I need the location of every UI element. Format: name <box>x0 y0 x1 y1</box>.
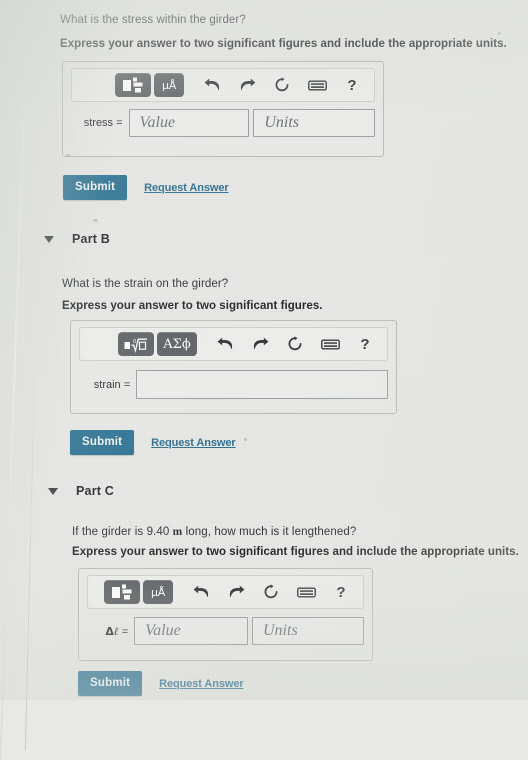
part-a-value-input[interactable]: Value <box>128 109 250 137</box>
chevron-down-icon[interactable] <box>44 235 54 243</box>
template-boxes-icon <box>112 584 132 600</box>
part-a-units-input[interactable]: Units <box>253 109 375 137</box>
undo-icon[interactable] <box>188 580 214 604</box>
part-a-units-placeholder: Units <box>264 114 299 131</box>
part-a-value-placeholder: Value <box>139 114 176 131</box>
delta-symbol: Δ <box>105 624 114 638</box>
part-c-units-input[interactable]: Units <box>252 617 365 645</box>
part-c-request-answer-link[interactable]: Request Answer <box>159 678 243 690</box>
help-icon[interactable]: ? <box>339 73 365 97</box>
dust-speck <box>498 32 501 35</box>
dust-speck <box>93 219 98 222</box>
keyboard-icon[interactable] <box>304 73 330 97</box>
help-icon[interactable]: ? <box>328 580 354 604</box>
part-c-submit-row: Submit Request Answer <box>78 671 244 696</box>
part-c-units-placeholder: Units <box>263 622 298 639</box>
part-b-submit-button[interactable]: Submit <box>70 430 135 455</box>
units-button[interactable]: μÅ <box>143 580 173 604</box>
math-template-button[interactable] <box>104 580 140 604</box>
dust-speck <box>66 154 70 157</box>
part-b-field-row: strain = <box>79 370 388 399</box>
part-b-answer-box: 0 ΑΣϕ ? strain = <box>70 320 397 414</box>
part-b-header[interactable]: Part B <box>38 232 110 246</box>
part-a-answer-box: μÅ ? stress = Value Units <box>62 61 384 157</box>
undo-icon[interactable] <box>212 332 238 356</box>
help-icon[interactable]: ? <box>352 332 378 356</box>
math-template-button[interactable] <box>115 73 151 97</box>
photo-glare-streak-secondary <box>24 330 37 750</box>
part-a-field-label: stress = <box>83 117 123 129</box>
part-c-value-input[interactable]: Value <box>134 617 248 645</box>
units-button-label: μÅ <box>150 585 166 599</box>
part-a-field-row: stress = Value Units <box>71 109 375 137</box>
keyboard-icon[interactable] <box>293 580 319 604</box>
math-template-button[interactable]: 0 <box>118 332 154 356</box>
part-c-answer-box: μÅ ? Δℓ = Value Units <box>78 568 373 661</box>
redo-icon[interactable] <box>223 580 249 604</box>
part-a-instruction: Express your answer to two significant f… <box>60 38 507 50</box>
part-b-instruction: Express your answer to two significant f… <box>62 300 323 312</box>
part-c-value-placeholder: Value <box>145 622 181 639</box>
part-a-question: What is the stress within the girder? <box>60 14 246 26</box>
greek-letters-button[interactable]: ΑΣϕ <box>157 332 197 356</box>
photo-glare-streak <box>0 0 31 760</box>
template-sqrt-icon: 0 <box>124 338 147 353</box>
redo-icon[interactable] <box>247 332 273 356</box>
redo-icon[interactable] <box>234 73 260 97</box>
units-button[interactable]: μÅ <box>154 73 184 97</box>
dust-speck <box>244 438 247 441</box>
part-b-field-label: strain = <box>93 378 131 391</box>
part-c-question-prefix: If the girder is 9.40 <box>72 526 170 538</box>
undo-icon[interactable] <box>199 73 225 97</box>
chevron-down-icon[interactable] <box>48 487 58 495</box>
part-c-toolbar: μÅ ? <box>87 575 364 609</box>
svg-text:0: 0 <box>133 339 136 345</box>
greek-letters-label: ΑΣϕ <box>163 336 191 352</box>
keyboard-icon[interactable] <box>317 332 343 356</box>
reset-icon[interactable] <box>282 332 308 356</box>
part-b-toolbar: 0 ΑΣϕ ? <box>79 327 388 361</box>
part-a-request-answer-link[interactable]: Request Answer <box>144 182 228 194</box>
part-c-submit-button[interactable]: Submit <box>78 671 143 696</box>
part-b-value-input[interactable] <box>136 370 388 399</box>
part-c-question: If the girder is 9.40 m long, how much i… <box>72 526 356 538</box>
part-c-question-suffix: long, how much is it lengthened? <box>185 526 357 538</box>
part-b-question: What is the strain on the girder? <box>62 278 229 290</box>
part-a-submit-row: Submit Request Answer <box>63 175 229 200</box>
part-b-request-answer-link[interactable]: Request Answer <box>151 437 235 449</box>
part-c-question-unit: m <box>172 526 183 538</box>
units-button-label: μÅ <box>161 78 177 92</box>
part-a-submit-button[interactable]: Submit <box>63 175 128 200</box>
equals-symbol: = <box>121 625 129 638</box>
part-c-instruction: Express your answer to two significant f… <box>72 546 519 558</box>
part-b-label: Part B <box>72 232 111 246</box>
part-a-toolbar: μÅ ? <box>71 68 375 102</box>
reset-icon[interactable] <box>258 580 284 604</box>
part-b-submit-row: Submit Request Answer <box>70 430 236 455</box>
part-c-field-label: Δℓ = <box>87 625 134 638</box>
template-boxes-icon <box>123 77 143 93</box>
reset-icon[interactable] <box>269 73 295 97</box>
part-c-field-row: Δℓ = Value Units <box>87 617 365 645</box>
part-c-header[interactable]: Part C <box>42 484 114 498</box>
part-c-label: Part C <box>76 484 115 498</box>
